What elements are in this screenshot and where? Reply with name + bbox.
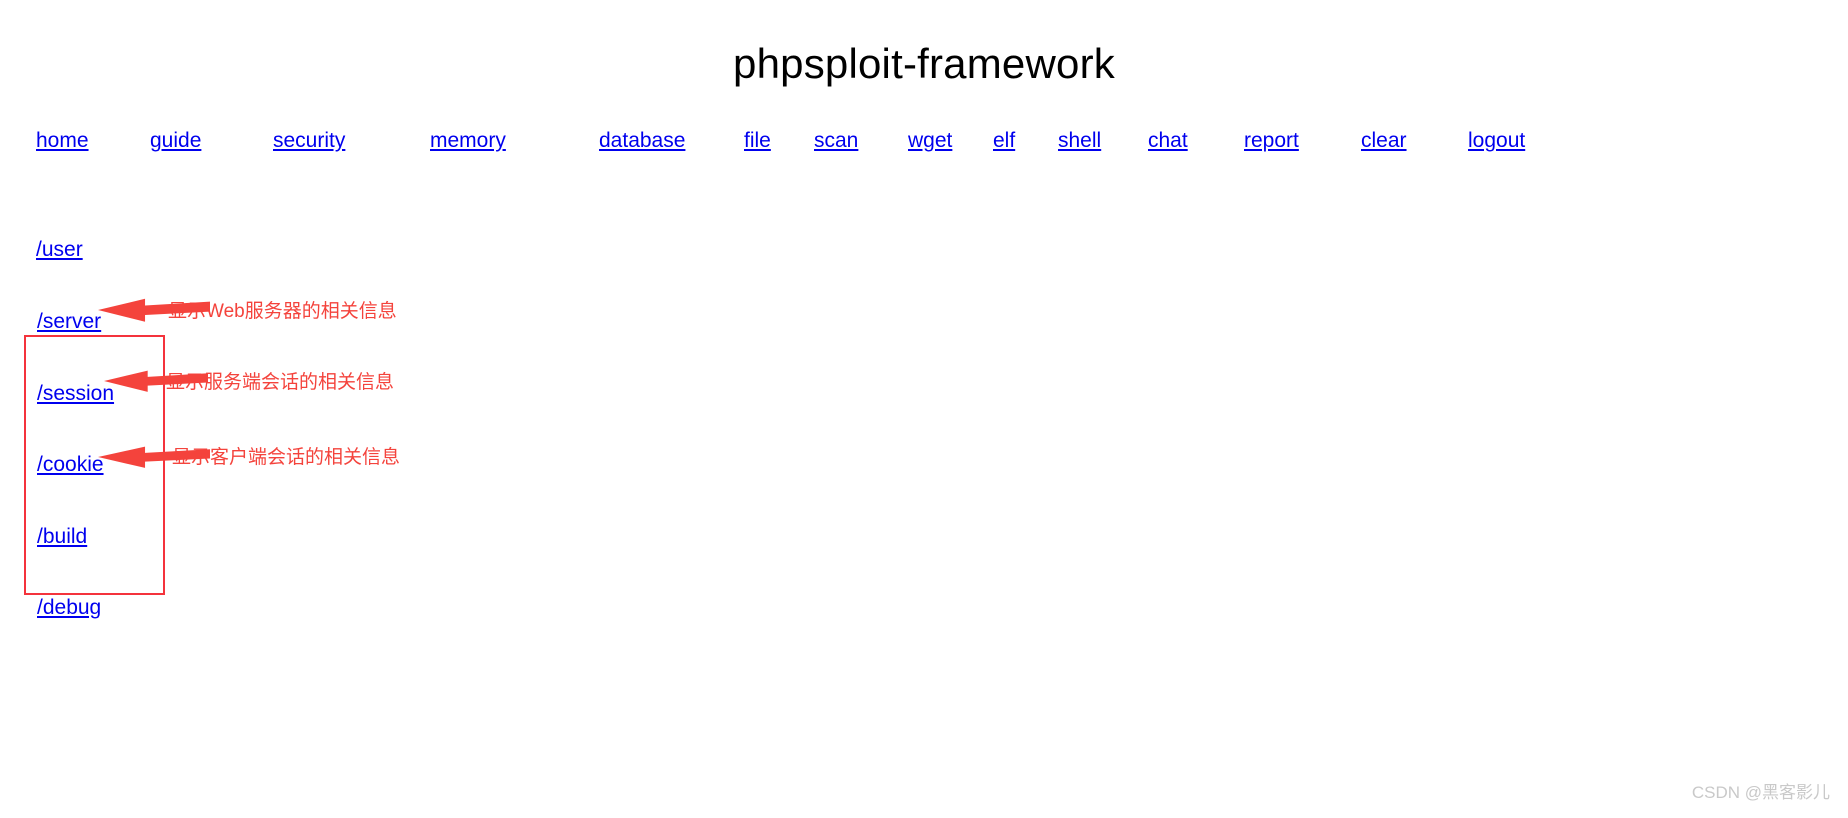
route-link-debug[interactable]: /debug xyxy=(37,595,101,621)
nav-link-database[interactable]: database xyxy=(599,128,685,154)
nav-link-report[interactable]: report xyxy=(1244,128,1299,154)
page-title: phpsploit-framework xyxy=(733,40,1115,87)
nav-link-clear[interactable]: clear xyxy=(1361,128,1407,154)
nav-link-home[interactable]: home xyxy=(36,128,89,154)
nav-link-guide[interactable]: guide xyxy=(150,128,201,154)
nav-link-scan[interactable]: scan xyxy=(814,128,858,154)
annotation-text-2: 显示服务端会话的相关信息 xyxy=(166,372,395,393)
annotation-text-3: 显示客户端会话的相关信息 xyxy=(172,447,401,468)
route-link-cookie[interactable]: /cookie xyxy=(37,452,104,478)
nav-link-logout[interactable]: logout xyxy=(1468,128,1525,154)
route-link-session[interactable]: /session xyxy=(37,381,114,407)
nav-link-chat[interactable]: chat xyxy=(1148,128,1188,154)
route-link-user[interactable]: /user xyxy=(36,237,83,263)
nav-link-file[interactable]: file xyxy=(744,128,771,154)
annotation-text-1: 显示Web服务器的相关信息 xyxy=(168,301,397,322)
nav-link-wget[interactable]: wget xyxy=(908,128,952,154)
route-link-server[interactable]: /server xyxy=(37,309,101,335)
nav-link-shell[interactable]: shell xyxy=(1058,128,1101,154)
nav-link-memory[interactable]: memory xyxy=(430,128,506,154)
route-link-build[interactable]: /build xyxy=(37,524,87,550)
nav-link-security[interactable]: security xyxy=(273,128,345,154)
csdn-watermark: CSDN @黑客影儿 xyxy=(1691,783,1830,802)
main-navigation: home guide security memory database file scan w… xyxy=(0,128,1848,158)
nav-link-elf[interactable]: elf xyxy=(993,128,1015,154)
